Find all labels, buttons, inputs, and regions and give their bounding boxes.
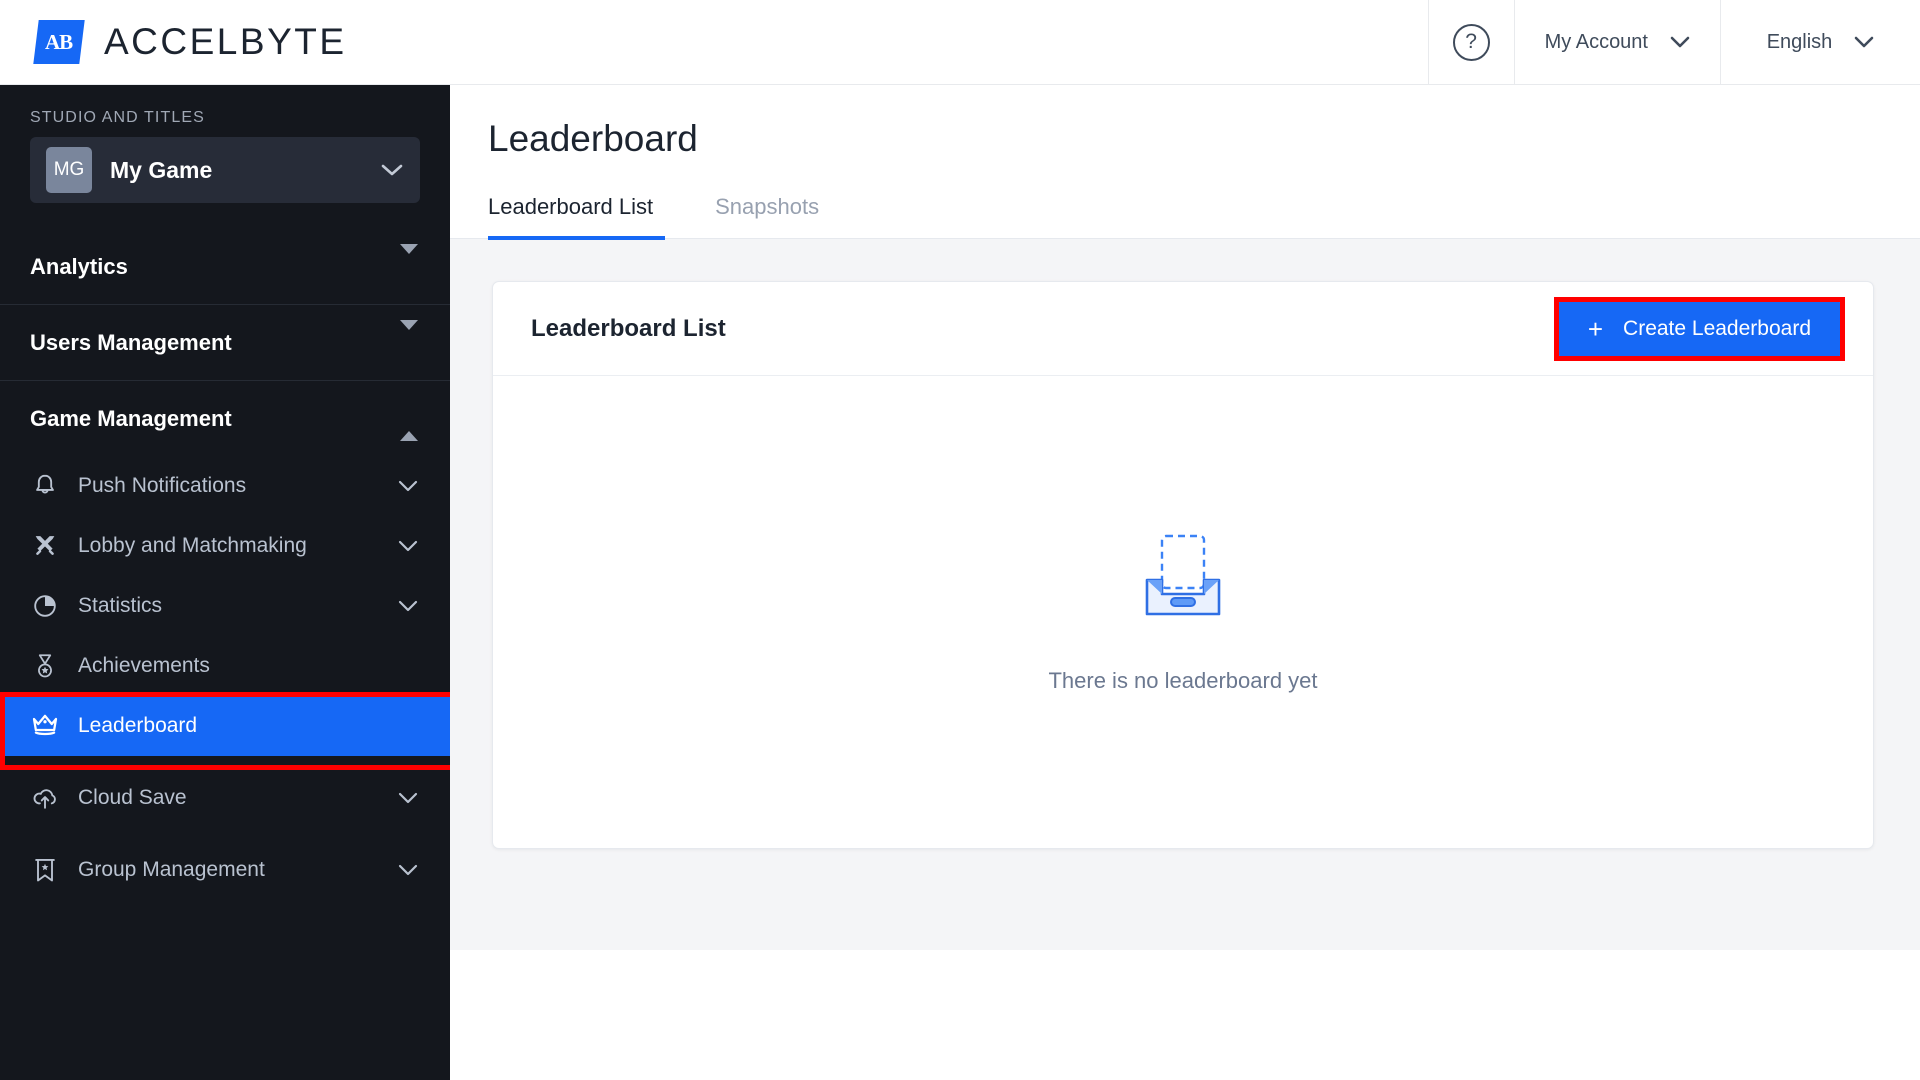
brand-name-strong: ACCEL [104,21,240,62]
cloud-upload-icon [28,784,62,812]
triangle-down-icon [400,319,418,356]
chevron-down-icon [381,164,403,176]
chevron-down-icon [398,792,418,805]
crown-icon [28,711,62,741]
brand-logo[interactable]: AB ACCELBYTE [0,20,347,64]
accelbyte-logo-icon: AB [33,20,85,64]
crossed-swords-icon [28,532,62,560]
sidebar-group-label: Game Management [30,405,232,431]
sidebar-item-label: Group Management [78,858,265,881]
help-glyph: ? [1465,30,1477,53]
sidebar-group-game-management: Game Management Push Notifications Lobby… [0,381,450,900]
sidebar-group-header-game-management[interactable]: Game Management [0,381,450,456]
language-label: English [1766,30,1833,53]
chevron-down-icon [1670,36,1690,47]
app-root: AB ACCELBYTE ? My Account English STUDIO… [0,0,1920,1080]
language-menu[interactable]: English [1720,0,1920,85]
sidebar-item-cloud-save[interactable]: Cloud Save [0,768,450,828]
sidebar-group-label: Analytics [30,253,128,279]
brand-name-light: BYTE [239,21,347,62]
sidebar-item-label: Statistics [78,594,163,617]
sidebar-group-header-users-management[interactable]: Users Management [0,305,450,380]
sidebar-group-label: Users Management [30,329,232,355]
main-content: Leaderboard Leaderboard List Snapshots L… [450,85,1920,1080]
chevron-down-icon [1854,36,1874,47]
top-bar: AB ACCELBYTE ? My Account English [0,0,1920,85]
brand-name: ACCELBYTE [104,21,347,63]
tab-leaderboard-list[interactable]: Leaderboard List [488,194,673,240]
sidebar-item-label: Achievements [78,654,210,677]
chevron-down-icon [398,480,418,493]
plus-icon: + [1587,313,1604,344]
sidebar: STUDIO AND TITLES MG My Game Analytics U… [0,85,450,1080]
sidebar-group-analytics: Analytics [0,229,450,305]
sidebar-group-users-management: Users Management [0,305,450,381]
bell-icon [28,472,62,500]
game-title: My Game [110,156,213,183]
empty-tray-icon [1129,530,1237,626]
game-avatar: MG [46,147,92,193]
sidebar-item-label: Lobby and Matchmaking [78,534,307,557]
sidebar-item-label: Cloud Save [78,786,187,809]
logo-mark-text: AB [45,29,73,54]
triangle-down-icon [400,243,418,280]
tab-bar: Leaderboard List Snapshots [450,194,1920,240]
chevron-down-icon [398,540,418,553]
triangle-up-icon [400,405,418,441]
banner-star-icon [28,856,62,884]
tab-label: Leaderboard List [488,194,654,219]
game-initials: MG [53,159,85,180]
sidebar-item-group-management[interactable]: Group Management [0,840,450,900]
sidebar-item-label: Push Notifications [78,474,247,497]
create-leaderboard-button[interactable]: + Create Leaderboard [1557,300,1841,357]
game-switcher[interactable]: MG My Game [30,137,420,203]
card-body: There is no leaderboard yet [493,376,1873,848]
pie-chart-icon [28,592,62,620]
leaderboard-list-card: Leaderboard List + Create Leaderboard Th… [492,281,1874,849]
sidebar-item-label: Leaderboard [78,714,198,737]
empty-state-message: There is no leaderboard yet [1048,668,1318,693]
my-account-menu[interactable]: My Account [1513,0,1720,85]
medal-icon [28,652,62,680]
card-title: Leaderboard List [531,314,726,342]
create-leaderboard-highlight: + Create Leaderboard [1553,296,1846,361]
tab-label: Snapshots [715,194,820,219]
question-circle-icon: ? [1452,23,1490,61]
sidebar-item-push-notifications[interactable]: Push Notifications [0,456,450,516]
sidebar-section-label: STUDIO AND TITLES [30,109,205,126]
sidebar-item-statistics[interactable]: Statistics [0,576,450,636]
sidebar-item-lobby-and-matchmaking[interactable]: Lobby and Matchmaking [0,516,450,576]
card-header: Leaderboard List + Create Leaderboard [493,282,1873,376]
my-account-label: My Account [1544,30,1648,53]
create-leaderboard-label: Create Leaderboard [1623,316,1811,340]
page-title: Leaderboard [488,118,698,159]
chevron-down-icon [398,600,418,613]
sidebar-item-achievements[interactable]: Achievements [0,636,450,696]
help-button[interactable]: ? [1427,0,1514,85]
content-area: Leaderboard List + Create Leaderboard Th… [450,239,1920,950]
sidebar-item-leaderboard[interactable]: Leaderboard [0,692,450,770]
chevron-down-icon [398,864,418,877]
sidebar-group-header-analytics[interactable]: Analytics [0,229,450,304]
tab-snapshots[interactable]: Snapshots [695,194,839,238]
